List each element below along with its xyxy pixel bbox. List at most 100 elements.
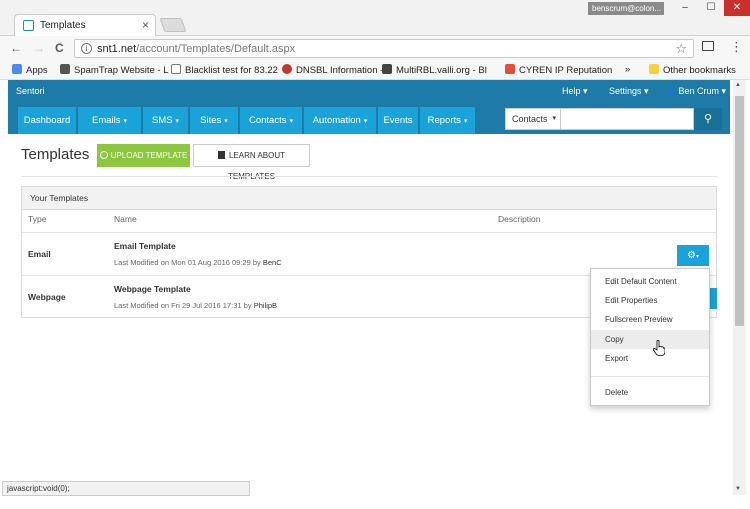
browser-menu-icon[interactable]: ⋮ bbox=[730, 39, 743, 55]
upload-label: UPLOAD TEMPLATE bbox=[110, 151, 188, 160]
bookmarks-more-button[interactable]: » bbox=[625, 64, 630, 75]
page-title: Templates bbox=[21, 146, 90, 163]
other-bookmarks-label: Other bookmarks bbox=[663, 65, 736, 76]
row-meta: Last Modified on Mon 01 Aug 2016 09:29 b… bbox=[114, 258, 282, 267]
browser-tab[interactable]: Templates × bbox=[14, 14, 156, 36]
bookmark-apps[interactable]: Apps bbox=[12, 64, 48, 76]
row-author: BenC bbox=[262, 258, 282, 267]
column-description: Description bbox=[498, 214, 541, 224]
column-type: Type bbox=[28, 214, 47, 224]
cast-icon[interactable] bbox=[702, 41, 714, 51]
nav-contacts[interactable]: Contacts ▾ bbox=[240, 107, 302, 134]
bookmark-label: Blacklist test for 83.22 bbox=[185, 65, 278, 76]
menu-item-export[interactable]: Export bbox=[591, 349, 709, 368]
nav-dashboard[interactable]: Dashboard bbox=[18, 107, 76, 134]
ip-icon bbox=[282, 64, 292, 74]
sentori-favicon-icon bbox=[23, 20, 34, 31]
bookmark-cyren[interactable]: CYREN IP Reputation bbox=[505, 64, 612, 76]
address-bar[interactable]: i snt1.net/account/Templates/Default.asp… bbox=[74, 39, 694, 58]
bookmark-label: Apps bbox=[26, 65, 48, 76]
settings-menu[interactable]: Settings ▾ bbox=[609, 86, 649, 97]
info-icon[interactable]: i bbox=[81, 43, 92, 54]
row-meta-text: Last Modified on Fri 29 Jul 2016 17:31 b… bbox=[114, 301, 252, 310]
cyren-icon bbox=[505, 64, 515, 74]
menu-item-fullscreen-preview[interactable]: Fullscreen Preview bbox=[591, 310, 709, 329]
bookmark-spamtrap[interactable]: SpamTrap Website - L bbox=[60, 64, 169, 76]
nav-automation[interactable]: Automation ▾ bbox=[304, 107, 376, 134]
menu-item-delete[interactable]: Delete bbox=[591, 383, 709, 402]
nav-label: Events bbox=[383, 115, 413, 126]
chevron-down-icon: ▾ bbox=[224, 118, 228, 125]
column-name: Name bbox=[114, 214, 137, 224]
nav-reports[interactable]: Reports ▾ bbox=[420, 107, 475, 134]
menu-item-edit-properties[interactable]: Edit Properties bbox=[591, 291, 709, 310]
upload-template-button[interactable]: UPLOAD TEMPLATE bbox=[97, 144, 190, 167]
menu-item-copy[interactable]: Copy bbox=[591, 330, 709, 349]
row-meta-text: Last Modified on Mon 01 Aug 2016 09:29 b… bbox=[114, 258, 261, 267]
hand-cursor-icon bbox=[653, 340, 665, 356]
spamtrap-icon bbox=[60, 64, 70, 74]
nav-label: Dashboard bbox=[23, 115, 71, 126]
row-name[interactable]: Webpage Template bbox=[114, 284, 191, 294]
chevron-down-icon: ▾ bbox=[289, 118, 293, 125]
upload-icon bbox=[99, 151, 108, 159]
bookmark-label: SpamTrap Website - L bbox=[74, 65, 169, 76]
user-name: Ben Crum ▾ bbox=[678, 86, 727, 96]
search-scope-select[interactable]: Contacts ▾ bbox=[505, 108, 561, 130]
scroll-up-icon[interactable]: ▲ bbox=[735, 82, 741, 88]
user-menu[interactable]: 👤 Ben Crum ▾ bbox=[666, 86, 726, 97]
gear-icon: ⚙ bbox=[687, 250, 696, 261]
bookmark-multirbl[interactable]: MultiRBL.valli.org - Bl bbox=[382, 64, 487, 76]
search-icon: ⚲ bbox=[703, 113, 713, 125]
other-bookmarks[interactable]: Other bookmarks bbox=[649, 64, 736, 76]
url-domain: snt1.net bbox=[97, 43, 137, 55]
maximize-button[interactable]: ☐ bbox=[698, 0, 724, 16]
minimize-button[interactable]: – bbox=[672, 0, 698, 16]
learn-about-templates-button[interactable]: LEARN ABOUT TEMPLATES bbox=[193, 144, 310, 181]
search-input[interactable] bbox=[561, 108, 694, 130]
close-window-button[interactable]: ✕ bbox=[724, 0, 750, 16]
row-name[interactable]: Email Template bbox=[114, 241, 176, 251]
chevron-down-icon: ▾ bbox=[463, 118, 468, 125]
row-type: Webpage bbox=[28, 292, 66, 302]
reload-icon[interactable]: C bbox=[55, 41, 64, 55]
app-header: Sentori Help ▾ Settings ▾ 👤 Ben Crum ▾ bbox=[8, 80, 730, 102]
nav-events[interactable]: Events bbox=[378, 107, 418, 134]
nav-emails[interactable]: Emails ▾ bbox=[78, 107, 141, 134]
divider bbox=[21, 176, 717, 177]
forward-arrow-icon[interactable]: → bbox=[33, 41, 45, 55]
row-actions-button[interactable]: ⚙▾ bbox=[677, 245, 709, 266]
menu-item-edit-default-content[interactable]: Edit Default Content bbox=[591, 272, 709, 291]
url-text: snt1.net/account/Templates/Default.aspx bbox=[97, 43, 295, 55]
back-arrow-icon[interactable]: ← bbox=[10, 41, 22, 55]
tab-close-icon[interactable]: × bbox=[142, 18, 149, 32]
bookmark-dnsbl[interactable]: DNSBL Information - bbox=[282, 64, 383, 76]
book-icon bbox=[217, 151, 225, 159]
search-button[interactable]: ⚲ bbox=[694, 108, 722, 130]
brand-logo[interactable]: Sentori bbox=[16, 86, 45, 96]
bookmark-blacklist[interactable]: Blacklist test for 83.22 bbox=[171, 64, 278, 76]
nav-label: SMS bbox=[151, 115, 173, 126]
row-type: Email bbox=[28, 249, 51, 259]
panel-heading: Your Templates bbox=[22, 187, 716, 210]
help-menu[interactable]: Help ▾ bbox=[562, 86, 588, 97]
nav-label: Sites bbox=[200, 115, 222, 126]
menu-divider bbox=[591, 376, 709, 377]
nav-label: Contacts bbox=[248, 115, 287, 126]
row-actions-button[interactable] bbox=[710, 288, 717, 309]
page-scrollbar-thumb[interactable] bbox=[735, 96, 744, 326]
bookmark-label: DNSBL Information - bbox=[296, 65, 384, 76]
bookmark-star-icon[interactable]: ☆ bbox=[675, 41, 687, 57]
nav-label: Reports bbox=[427, 115, 461, 126]
scroll-down-icon[interactable]: ▼ bbox=[735, 486, 741, 492]
chevron-down-icon: ▾ bbox=[123, 118, 128, 125]
nav-sms[interactable]: SMS ▾ bbox=[143, 107, 188, 134]
nav-sites[interactable]: Sites ▾ bbox=[190, 107, 238, 134]
user-icon: 👤 bbox=[666, 87, 676, 96]
template-actions-menu: Edit Default Content Edit Properties Ful… bbox=[590, 268, 710, 406]
browser-toolbar: ← → C i snt1.net/account/Templates/Defau… bbox=[0, 36, 750, 61]
page-icon bbox=[171, 64, 181, 74]
row-author: PhilipB bbox=[253, 301, 278, 310]
profile-badge[interactable]: benscrum@colon... bbox=[588, 2, 664, 15]
new-tab-button[interactable] bbox=[159, 18, 187, 32]
